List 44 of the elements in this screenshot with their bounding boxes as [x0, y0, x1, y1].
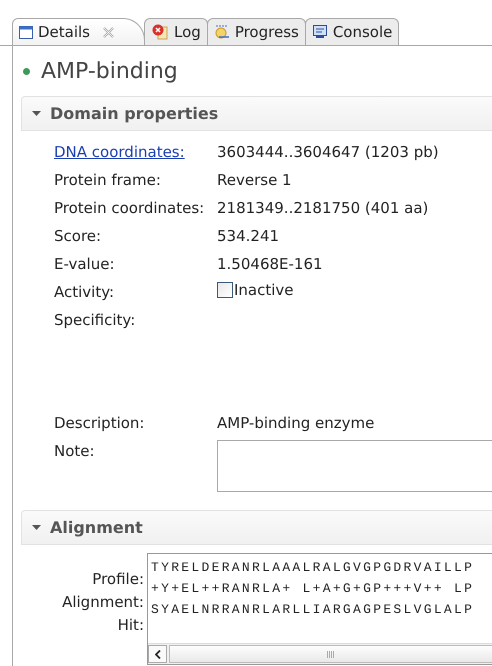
field-value: Reverse 1	[217, 170, 292, 189]
sequence-line: TYRELDERANRLAAALRALGVGPGDRVAILLP	[151, 560, 474, 575]
tab[interactable]: Details	[12, 18, 146, 45]
field-value: AMP-binding enzyme	[217, 413, 374, 432]
row-label: Hit:	[116, 615, 144, 636]
close-icon[interactable]	[103, 26, 114, 38]
field-label: Description:	[54, 413, 146, 432]
field-label: Note:	[54, 441, 96, 460]
progress-icon	[214, 24, 230, 40]
field-label: Score:	[54, 226, 102, 245]
section-header[interactable]: Domain properties	[21, 96, 492, 131]
section-header[interactable]: Alignment	[21, 510, 492, 545]
horizontal-scrollbar[interactable]	[148, 643, 492, 664]
alignment-text-area[interactable]: TYRELDERANRLAAALRALGVGPGDRVAILLP +Y+EL++RANRLA+ L+A+G+GP+++V++ LP SYAELNRRANRLARLLIARGAGPESLVGLALP	[147, 553, 492, 665]
field-label: Protein frame:	[54, 170, 162, 189]
field-value: 1.50468E-161	[217, 254, 323, 273]
field-label: E-value:	[54, 254, 116, 273]
row-label: Profile:	[91, 569, 144, 590]
expanded-arrow-icon[interactable]	[32, 109, 41, 118]
grip-icon	[327, 650, 335, 658]
note-field[interactable]	[217, 440, 492, 492]
scroll-thumb[interactable]	[169, 645, 492, 663]
checkbox-label[interactable]: Inactive	[234, 281, 294, 299]
tab[interactable]: Log	[144, 18, 208, 45]
domain-title: AMP-binding	[41, 58, 178, 84]
field-value: 3603444..3604647 (1203 pb)	[217, 142, 439, 161]
status-dot	[23, 68, 30, 74]
link[interactable]: DNA coordinates:	[54, 143, 185, 161]
sequence-line: +Y+EL++RANRLA+ L+A+G+GP+++V++ LP	[151, 581, 474, 596]
field-label: Activity:	[54, 282, 116, 301]
error-log-icon	[151, 23, 170, 41]
tab[interactable]: Progress	[206, 18, 306, 45]
checkbox[interactable]	[217, 282, 233, 298]
scroll-left-button[interactable]	[148, 645, 167, 663]
field-label: Specificity:	[54, 310, 136, 329]
sequence-line: SYAELNRRANRLARLLIARGAGPESLVGLALP	[151, 602, 474, 617]
window-icon	[19, 26, 33, 38]
monitor-icon	[312, 24, 328, 40]
field-value: 534.241	[217, 226, 280, 245]
tab[interactable]: Console	[304, 18, 400, 45]
row-label: Alignment:	[61, 592, 144, 613]
field-label: Protein coordinates:	[54, 198, 206, 217]
field-value: 2181349..2181750 (401 aa)	[217, 198, 428, 217]
expanded-arrow-icon[interactable]	[32, 523, 41, 532]
